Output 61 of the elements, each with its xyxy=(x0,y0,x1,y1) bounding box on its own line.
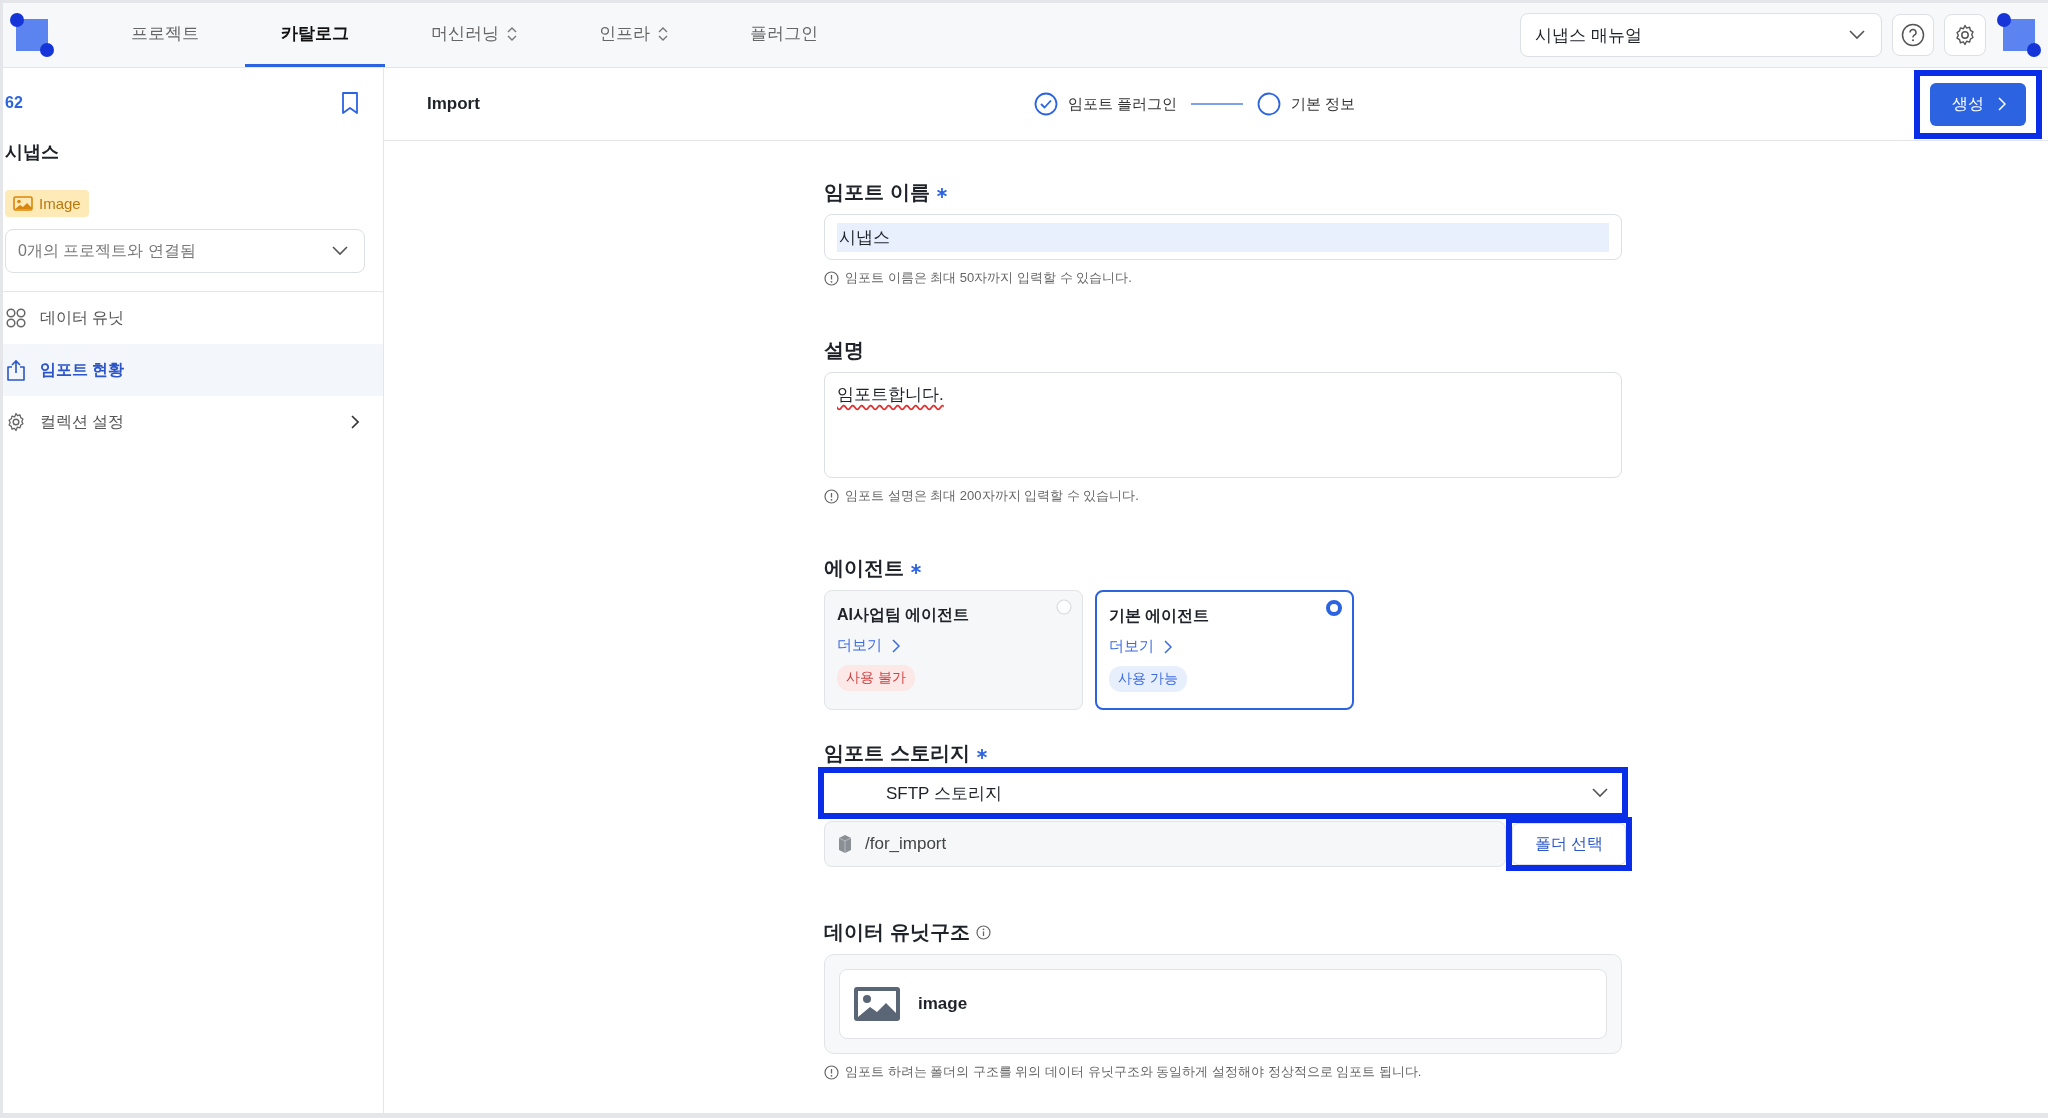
chevron-down-icon xyxy=(1592,788,1608,798)
collection-title: 시냅스 xyxy=(4,141,60,164)
path-field[interactable]: /for_import xyxy=(824,821,1506,867)
project-select[interactable]: 0개의 프로젝트와 연결됨 xyxy=(5,229,365,273)
image-icon xyxy=(13,196,33,211)
upload-icon xyxy=(6,359,26,381)
more-link[interactable]: 더보기 xyxy=(837,636,900,655)
field-label: 에이전트 xyxy=(824,556,904,581)
settings-icon xyxy=(1953,23,1977,47)
settings-icon xyxy=(6,412,26,432)
grid-icon xyxy=(6,308,26,328)
agent-card[interactable]: 기본 에이전트 더보기 사용 가능 xyxy=(1095,590,1354,710)
nav-tab[interactable]: 플러그인 xyxy=(714,3,854,67)
more-link[interactable]: 더보기 xyxy=(1109,637,1172,656)
nav-tab[interactable]: 머신러닝 xyxy=(395,3,553,67)
field-label: 설명 xyxy=(824,338,864,363)
user-avatar[interactable] xyxy=(1996,12,2042,58)
hint-text: 임포트 이름은 최대 50자까지 입력할 수 있습니다. xyxy=(824,269,1622,287)
chevron-right-icon xyxy=(892,638,900,653)
status-badge: 사용 가능 xyxy=(1109,666,1187,692)
step-item: 임포트 플러그인 xyxy=(1033,92,1177,116)
nav-tab[interactable]: 카탈로그 xyxy=(245,3,385,67)
app-logo xyxy=(9,12,55,58)
hint-text: 임포트 설명은 최대 200자까지 입력할 수 있습니다. xyxy=(824,487,1622,505)
agent-name: 기본 에이전트 xyxy=(1109,606,1210,626)
description-field[interactable]: 임포트합니다. xyxy=(824,372,1622,478)
help-icon xyxy=(1901,23,1925,47)
server-icon xyxy=(837,834,853,854)
info-icon xyxy=(824,1064,839,1080)
chevron-right-icon xyxy=(1164,639,1172,654)
chevron-right-icon xyxy=(1998,97,2006,111)
page-title: Import xyxy=(427,94,481,114)
hint-text: 임포트 하려는 폴더의 구조를 위의 데이터 유닛구조와 동일하게 설정해야 정상적으로 임포트 됩니다. xyxy=(824,1063,1622,1081)
name-field[interactable]: 시냅스 xyxy=(824,214,1622,260)
bookmark-icon[interactable] xyxy=(341,92,359,114)
field-label: 임포트 이름 xyxy=(824,180,930,205)
image-icon xyxy=(854,987,900,1021)
create-button[interactable]: 생성 xyxy=(1930,82,2026,126)
field-label: 데이터 유닛구조 xyxy=(824,920,970,945)
step-item: 기본 정보 xyxy=(1257,92,1356,116)
info-icon xyxy=(824,270,839,286)
sidebar-item[interactable]: 컬렉션 설정 xyxy=(3,396,383,448)
sidebar-item[interactable]: 데이터 유닛 xyxy=(3,292,383,344)
chevron-down-icon xyxy=(1849,30,1865,40)
info-icon xyxy=(975,925,991,940)
agent-card[interactable]: AI사업팀 에이전트 더보기 사용 불가 xyxy=(824,590,1083,710)
manual-select[interactable]: 시냅스 매뉴얼 xyxy=(1520,13,1882,57)
status-badge: 사용 불가 xyxy=(837,665,915,691)
nav-tab[interactable]: 인프라 xyxy=(563,3,704,67)
help-button[interactable] xyxy=(1892,14,1934,56)
info-icon xyxy=(824,488,839,504)
nav-tab[interactable]: 프로젝트 xyxy=(95,3,235,67)
sidebar-item[interactable]: 임포트 현황 xyxy=(3,344,383,396)
settings-button[interactable] xyxy=(1944,14,1986,56)
field-label: 임포트 스토리지 xyxy=(824,741,970,766)
agent-name: AI사업팀 에이전트 xyxy=(837,605,970,625)
item-count: 62 xyxy=(5,94,23,112)
chevron-down-icon xyxy=(332,246,348,256)
type-badge: Image xyxy=(5,190,89,217)
folder-select-button[interactable]: 폴더 선택 xyxy=(1511,823,1626,865)
data-unit-item: image xyxy=(839,969,1607,1039)
